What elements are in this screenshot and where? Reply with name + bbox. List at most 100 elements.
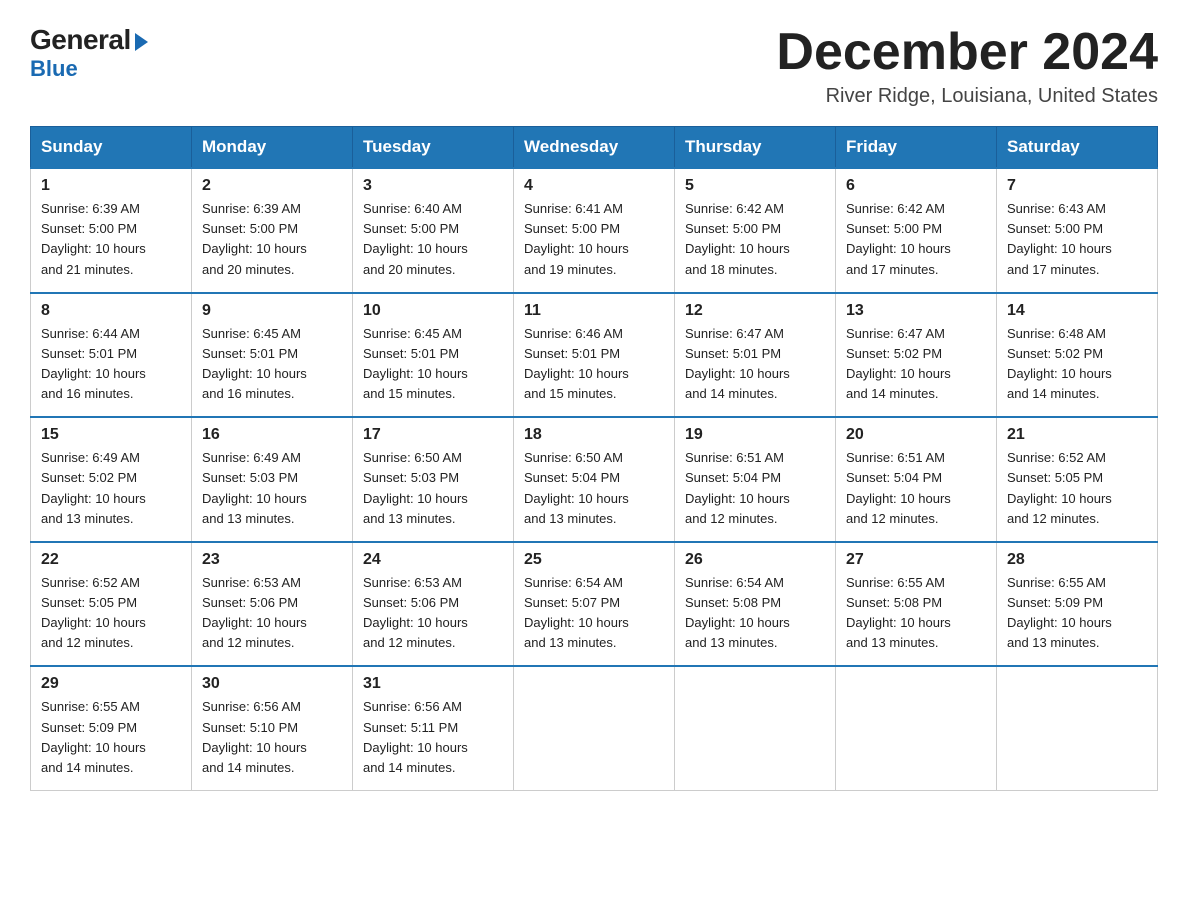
day-number: 6	[846, 177, 986, 195]
day-number: 27	[846, 551, 986, 569]
day-number: 31	[363, 675, 503, 693]
table-row: 26 Sunrise: 6:54 AMSunset: 5:08 PMDaylig…	[675, 542, 836, 667]
table-row: 28 Sunrise: 6:55 AMSunset: 5:09 PMDaylig…	[997, 542, 1158, 667]
day-detail: Sunrise: 6:55 AMSunset: 5:09 PMDaylight:…	[41, 699, 146, 774]
day-number: 30	[202, 675, 342, 693]
day-detail: Sunrise: 6:42 AMSunset: 5:00 PMDaylight:…	[685, 201, 790, 276]
day-number: 2	[202, 177, 342, 195]
header-tuesday: Tuesday	[353, 127, 514, 169]
day-number: 13	[846, 302, 986, 320]
table-row	[997, 666, 1158, 790]
table-row	[514, 666, 675, 790]
header-friday: Friday	[836, 127, 997, 169]
calendar-week-row: 29 Sunrise: 6:55 AMSunset: 5:09 PMDaylig…	[31, 666, 1158, 790]
logo-general-text: General	[30, 24, 148, 56]
calendar-week-row: 15 Sunrise: 6:49 AMSunset: 5:02 PMDaylig…	[31, 417, 1158, 542]
day-number: 16	[202, 426, 342, 444]
table-row: 3 Sunrise: 6:40 AMSunset: 5:00 PMDayligh…	[353, 168, 514, 293]
table-row: 7 Sunrise: 6:43 AMSunset: 5:00 PMDayligh…	[997, 168, 1158, 293]
table-row: 14 Sunrise: 6:48 AMSunset: 5:02 PMDaylig…	[997, 293, 1158, 418]
day-detail: Sunrise: 6:53 AMSunset: 5:06 PMDaylight:…	[202, 575, 307, 650]
table-row: 15 Sunrise: 6:49 AMSunset: 5:02 PMDaylig…	[31, 417, 192, 542]
table-row: 31 Sunrise: 6:56 AMSunset: 5:11 PMDaylig…	[353, 666, 514, 790]
logo-blue-text: Blue	[30, 56, 78, 82]
day-number: 9	[202, 302, 342, 320]
day-detail: Sunrise: 6:49 AMSunset: 5:02 PMDaylight:…	[41, 450, 146, 525]
day-detail: Sunrise: 6:45 AMSunset: 5:01 PMDaylight:…	[202, 326, 307, 401]
day-number: 19	[685, 426, 825, 444]
table-row: 4 Sunrise: 6:41 AMSunset: 5:00 PMDayligh…	[514, 168, 675, 293]
day-number: 22	[41, 551, 181, 569]
day-detail: Sunrise: 6:52 AMSunset: 5:05 PMDaylight:…	[41, 575, 146, 650]
day-number: 8	[41, 302, 181, 320]
day-detail: Sunrise: 6:52 AMSunset: 5:05 PMDaylight:…	[1007, 450, 1112, 525]
day-number: 1	[41, 177, 181, 195]
day-number: 24	[363, 551, 503, 569]
table-row: 10 Sunrise: 6:45 AMSunset: 5:01 PMDaylig…	[353, 293, 514, 418]
day-detail: Sunrise: 6:54 AMSunset: 5:08 PMDaylight:…	[685, 575, 790, 650]
day-detail: Sunrise: 6:53 AMSunset: 5:06 PMDaylight:…	[363, 575, 468, 650]
calendar-week-row: 1 Sunrise: 6:39 AMSunset: 5:00 PMDayligh…	[31, 168, 1158, 293]
header-saturday: Saturday	[997, 127, 1158, 169]
day-detail: Sunrise: 6:39 AMSunset: 5:00 PMDaylight:…	[41, 201, 146, 276]
day-detail: Sunrise: 6:49 AMSunset: 5:03 PMDaylight:…	[202, 450, 307, 525]
title-block: December 2024 River Ridge, Louisiana, Un…	[776, 24, 1158, 108]
day-number: 7	[1007, 177, 1147, 195]
table-row: 8 Sunrise: 6:44 AMSunset: 5:01 PMDayligh…	[31, 293, 192, 418]
day-detail: Sunrise: 6:45 AMSunset: 5:01 PMDaylight:…	[363, 326, 468, 401]
day-detail: Sunrise: 6:47 AMSunset: 5:01 PMDaylight:…	[685, 326, 790, 401]
day-number: 3	[363, 177, 503, 195]
table-row	[836, 666, 997, 790]
day-detail: Sunrise: 6:48 AMSunset: 5:02 PMDaylight:…	[1007, 326, 1112, 401]
day-number: 5	[685, 177, 825, 195]
day-number: 15	[41, 426, 181, 444]
table-row: 19 Sunrise: 6:51 AMSunset: 5:04 PMDaylig…	[675, 417, 836, 542]
day-detail: Sunrise: 6:50 AMSunset: 5:03 PMDaylight:…	[363, 450, 468, 525]
day-detail: Sunrise: 6:56 AMSunset: 5:10 PMDaylight:…	[202, 699, 307, 774]
day-number: 28	[1007, 551, 1147, 569]
day-detail: Sunrise: 6:51 AMSunset: 5:04 PMDaylight:…	[846, 450, 951, 525]
table-row: 29 Sunrise: 6:55 AMSunset: 5:09 PMDaylig…	[31, 666, 192, 790]
day-number: 17	[363, 426, 503, 444]
location-text: River Ridge, Louisiana, United States	[776, 85, 1158, 108]
table-row: 30 Sunrise: 6:56 AMSunset: 5:10 PMDaylig…	[192, 666, 353, 790]
day-detail: Sunrise: 6:42 AMSunset: 5:00 PMDaylight:…	[846, 201, 951, 276]
logo: General Blue	[30, 24, 148, 82]
table-row: 1 Sunrise: 6:39 AMSunset: 5:00 PMDayligh…	[31, 168, 192, 293]
table-row: 24 Sunrise: 6:53 AMSunset: 5:06 PMDaylig…	[353, 542, 514, 667]
table-row: 5 Sunrise: 6:42 AMSunset: 5:00 PMDayligh…	[675, 168, 836, 293]
day-number: 14	[1007, 302, 1147, 320]
month-title: December 2024	[776, 24, 1158, 81]
calendar-header-row: Sunday Monday Tuesday Wednesday Thursday…	[31, 127, 1158, 169]
table-row	[675, 666, 836, 790]
table-row: 27 Sunrise: 6:55 AMSunset: 5:08 PMDaylig…	[836, 542, 997, 667]
table-row: 23 Sunrise: 6:53 AMSunset: 5:06 PMDaylig…	[192, 542, 353, 667]
table-row: 2 Sunrise: 6:39 AMSunset: 5:00 PMDayligh…	[192, 168, 353, 293]
table-row: 16 Sunrise: 6:49 AMSunset: 5:03 PMDaylig…	[192, 417, 353, 542]
page-header: General Blue December 2024 River Ridge, …	[30, 24, 1158, 108]
table-row: 13 Sunrise: 6:47 AMSunset: 5:02 PMDaylig…	[836, 293, 997, 418]
day-detail: Sunrise: 6:50 AMSunset: 5:04 PMDaylight:…	[524, 450, 629, 525]
table-row: 17 Sunrise: 6:50 AMSunset: 5:03 PMDaylig…	[353, 417, 514, 542]
day-detail: Sunrise: 6:44 AMSunset: 5:01 PMDaylight:…	[41, 326, 146, 401]
day-number: 10	[363, 302, 503, 320]
day-detail: Sunrise: 6:51 AMSunset: 5:04 PMDaylight:…	[685, 450, 790, 525]
header-sunday: Sunday	[31, 127, 192, 169]
table-row: 12 Sunrise: 6:47 AMSunset: 5:01 PMDaylig…	[675, 293, 836, 418]
day-detail: Sunrise: 6:40 AMSunset: 5:00 PMDaylight:…	[363, 201, 468, 276]
table-row: 11 Sunrise: 6:46 AMSunset: 5:01 PMDaylig…	[514, 293, 675, 418]
day-detail: Sunrise: 6:39 AMSunset: 5:00 PMDaylight:…	[202, 201, 307, 276]
day-detail: Sunrise: 6:55 AMSunset: 5:09 PMDaylight:…	[1007, 575, 1112, 650]
day-number: 23	[202, 551, 342, 569]
table-row: 22 Sunrise: 6:52 AMSunset: 5:05 PMDaylig…	[31, 542, 192, 667]
day-number: 4	[524, 177, 664, 195]
table-row: 21 Sunrise: 6:52 AMSunset: 5:05 PMDaylig…	[997, 417, 1158, 542]
day-number: 26	[685, 551, 825, 569]
day-detail: Sunrise: 6:43 AMSunset: 5:00 PMDaylight:…	[1007, 201, 1112, 276]
day-detail: Sunrise: 6:47 AMSunset: 5:02 PMDaylight:…	[846, 326, 951, 401]
calendar-table: Sunday Monday Tuesday Wednesday Thursday…	[30, 126, 1158, 791]
day-number: 18	[524, 426, 664, 444]
day-detail: Sunrise: 6:56 AMSunset: 5:11 PMDaylight:…	[363, 699, 468, 774]
header-thursday: Thursday	[675, 127, 836, 169]
table-row: 18 Sunrise: 6:50 AMSunset: 5:04 PMDaylig…	[514, 417, 675, 542]
